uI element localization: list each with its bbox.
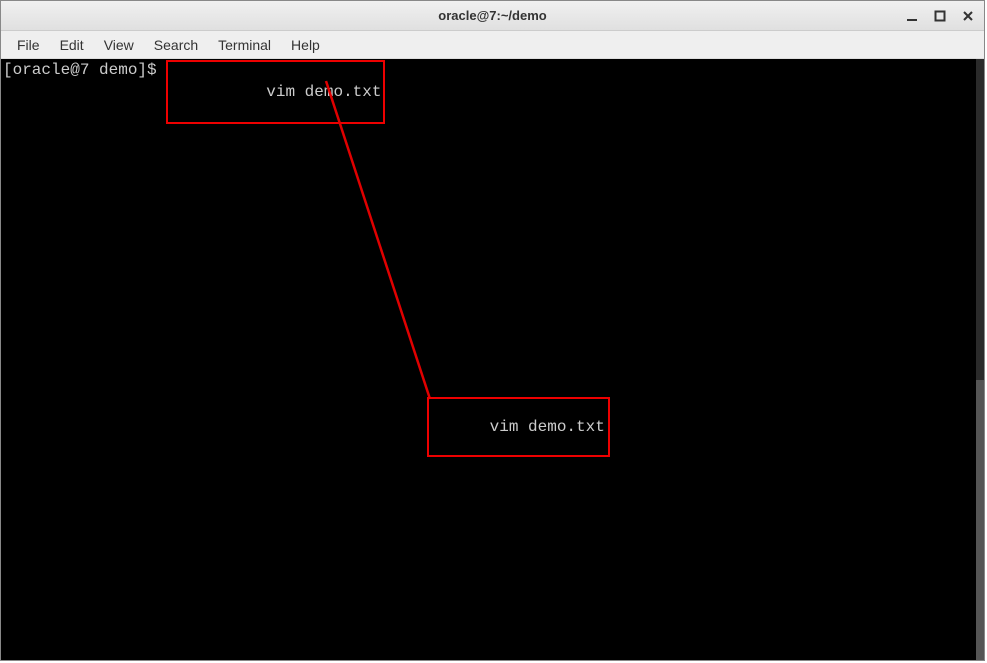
scrollbar-handle[interactable] [976,380,984,660]
titlebar: oracle@7:~/demo [1,1,984,31]
menu-help[interactable]: Help [281,33,330,57]
callout-box: vim demo.txt [427,397,610,457]
terminal-window: oracle@7:~/demo File Edit View [0,0,985,661]
minimize-button[interactable] [904,8,920,24]
prompt-text: [oracle@7 demo]$ [3,60,166,124]
terminal-area[interactable]: [oracle@7 demo]$ vim demo.txt vim demo.t… [1,59,984,660]
menu-file[interactable]: File [7,33,50,57]
menu-terminal[interactable]: Terminal [208,33,281,57]
window-controls [904,8,976,24]
command-text: vim demo.txt [266,83,381,101]
close-button[interactable] [960,8,976,24]
minimize-icon [906,10,918,22]
command-highlight-box: vim demo.txt [166,60,385,124]
callout-text: vim demo.txt [490,418,605,436]
maximize-button[interactable] [932,8,948,24]
menu-view[interactable]: View [94,33,144,57]
prompt-line: [oracle@7 demo]$ vim demo.txt [3,60,974,124]
menu-edit[interactable]: Edit [50,33,94,57]
close-icon [962,10,974,22]
menu-search[interactable]: Search [144,33,208,57]
terminal-content: [oracle@7 demo]$ vim demo.txt [1,59,976,660]
scrollbar[interactable] [976,59,984,660]
window-title: oracle@7:~/demo [438,8,546,23]
menubar: File Edit View Search Terminal Help [1,31,984,59]
maximize-icon [934,10,946,22]
